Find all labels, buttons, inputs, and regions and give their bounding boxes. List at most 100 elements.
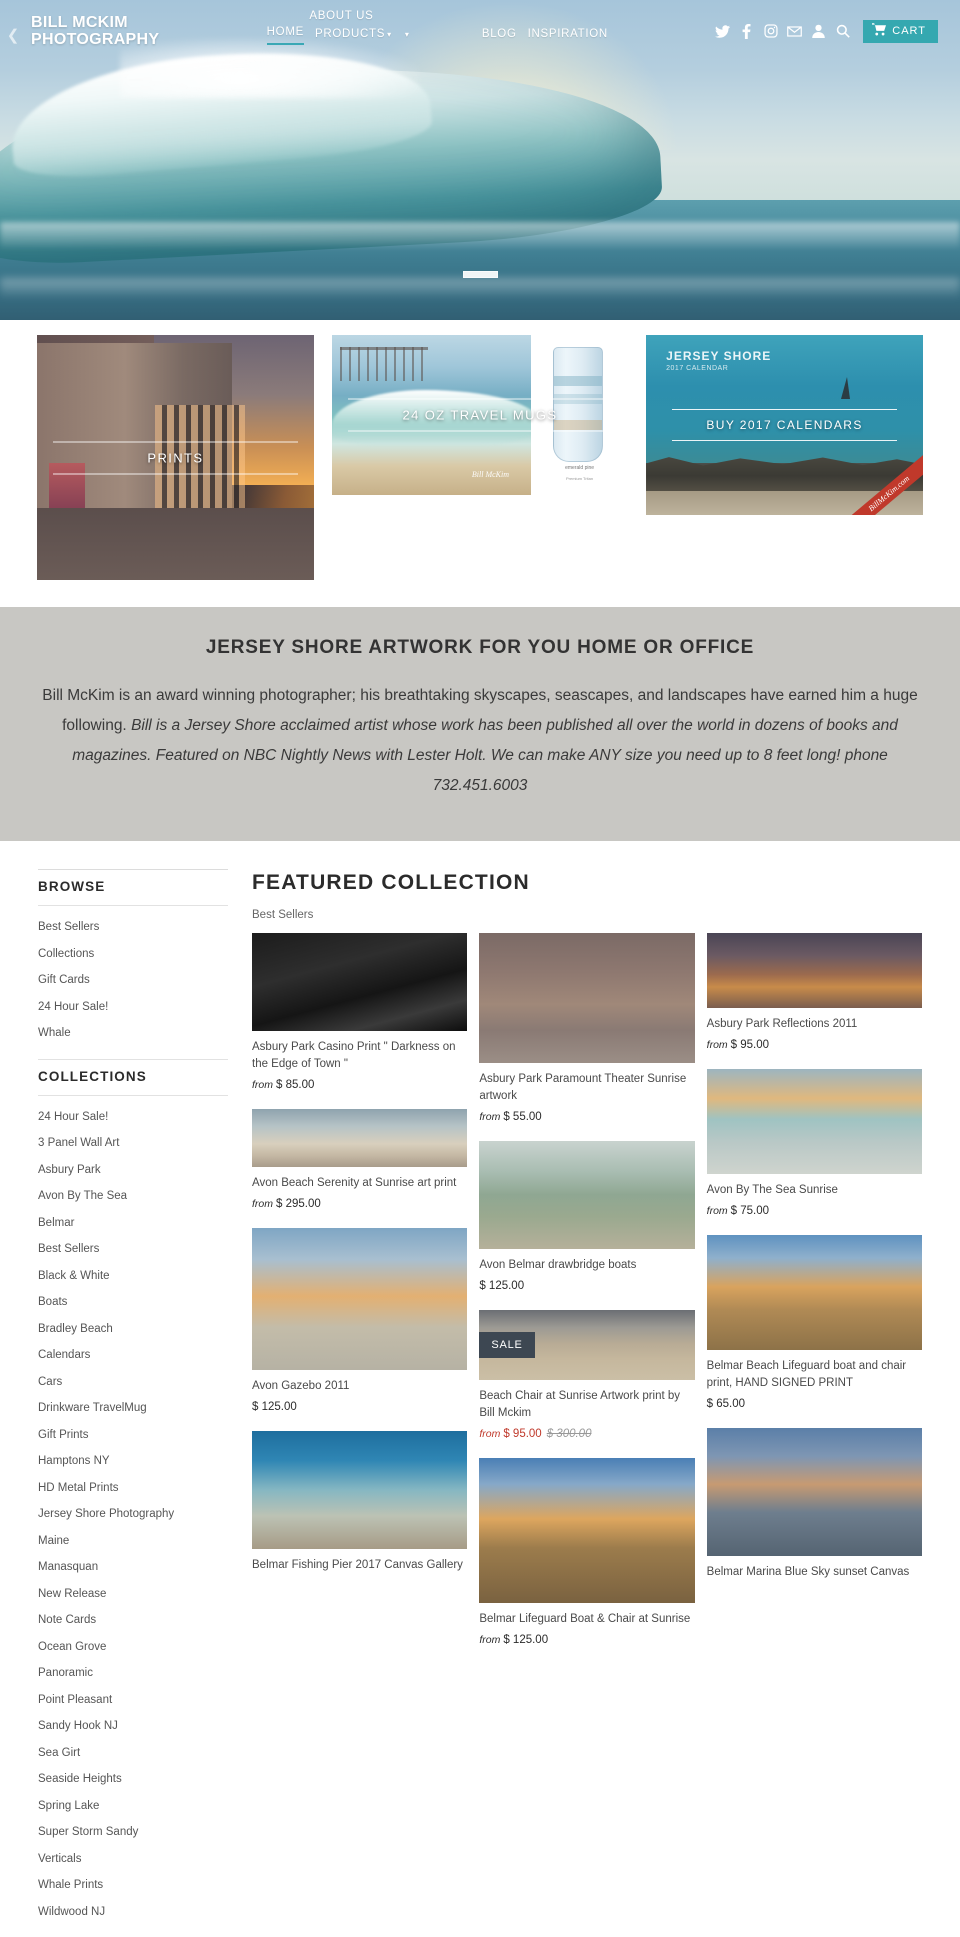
product-card[interactable]: Belmar Lifeguard Boat & Chair at Sunrise… (479, 1458, 694, 1646)
product-price: from$ 55.00 (479, 1111, 694, 1123)
sidebar-collection-link-16[interactable]: Maine (38, 1530, 228, 1553)
facebook-icon[interactable] (739, 24, 754, 39)
list-item: Best Sellers (38, 1236, 228, 1263)
product-card[interactable]: Avon Gazebo 2011$ 125.00 (252, 1228, 467, 1413)
sidebar-collection-link-10[interactable]: Cars (38, 1371, 228, 1394)
price-from-label: from (707, 1205, 728, 1217)
sidebar-collection-link-3[interactable]: Avon By The Sea (38, 1185, 228, 1208)
nav-item-products[interactable]: PRODUCTS▾ (315, 28, 392, 45)
list-item: Hamptons NY (38, 1448, 228, 1475)
sidebar-browse-link-2[interactable]: Gift Cards (38, 969, 228, 992)
sidebar-collection-link-22[interactable]: Point Pleasant (38, 1689, 228, 1712)
sidebar-collection-link-11[interactable]: Drinkware TravelMug (38, 1397, 228, 1420)
chevron-down-icon-2: ▾ (405, 30, 410, 39)
product-card[interactable]: Avon Beach Serenity at Sunrise art print… (252, 1109, 467, 1210)
product-title: Belmar Fishing Pier 2017 Canvas Gallery (252, 1557, 467, 1574)
sidebar-collection-link-30[interactable]: Wildwood NJ (38, 1901, 228, 1924)
sidebar-collection-link-19[interactable]: Note Cards (38, 1609, 228, 1632)
twitter-icon[interactable] (715, 24, 730, 39)
promo-calendar-whale-fin (841, 377, 850, 399)
product-card[interactable]: Belmar Marina Blue Sky sunset Canvas (707, 1428, 922, 1581)
list-item: Drinkware TravelMug (38, 1395, 228, 1422)
price-amount: $ 75.00 (731, 1205, 769, 1217)
list-item: Seaside Heights (38, 1766, 228, 1793)
sidebar-collection-link-27[interactable]: Super Storm Sandy (38, 1821, 228, 1844)
sidebar-collection-link-17[interactable]: Manasquan (38, 1556, 228, 1579)
email-icon[interactable] (787, 24, 802, 39)
sidebar-collection-link-7[interactable]: Boats (38, 1291, 228, 1314)
site-header: ❮ BILL MCKIM PHOTOGRAPHY ABOUT US HOME P… (0, 0, 960, 58)
promo-tile-travel-mugs[interactable]: Bill McKim emerald pine Premium Tritan 2… (332, 335, 628, 495)
sidebar-collection-link-4[interactable]: Belmar (38, 1212, 228, 1235)
sidebar-collection-link-1[interactable]: 3 Panel Wall Art (38, 1132, 228, 1155)
sidebar-collection-link-25[interactable]: Seaside Heights (38, 1768, 228, 1791)
list-item: Black & White (38, 1263, 228, 1290)
sidebar-collection-link-23[interactable]: Sandy Hook NJ (38, 1715, 228, 1738)
product-card[interactable]: Asbury Park Paramount Theater Sunrise ar… (479, 933, 694, 1123)
sidebar-browse-heading: BROWSE (38, 869, 228, 906)
product-image-wrapper (707, 933, 922, 1008)
sidebar-collection-link-9[interactable]: Calendars (38, 1344, 228, 1367)
product-price: from$ 295.00 (252, 1198, 467, 1210)
slider-prev-arrow[interactable]: ❮ (0, 16, 26, 43)
sidebar-collection-link-18[interactable]: New Release (38, 1583, 228, 1606)
product-image (707, 1428, 922, 1556)
product-card[interactable]: Belmar Fishing Pier 2017 Canvas Gallery (252, 1431, 467, 1574)
promo-calendar-caption: BUY 2017 CALENDARS (672, 409, 897, 441)
list-item: Belmar (38, 1210, 228, 1237)
list-item: Sea Girt (38, 1740, 228, 1767)
product-image-wrapper (252, 1431, 467, 1549)
sidebar-collection-link-26[interactable]: Spring Lake (38, 1795, 228, 1818)
sidebar-collection-link-20[interactable]: Ocean Grove (38, 1636, 228, 1659)
product-card[interactable]: Asbury Park Reflections 2011from$ 95.00 (707, 933, 922, 1051)
sidebar-collection-link-28[interactable]: Verticals (38, 1848, 228, 1871)
product-card[interactable]: Avon By The Sea Sunrisefrom$ 75.00 (707, 1069, 922, 1217)
sidebar-collection-link-8[interactable]: Bradley Beach (38, 1318, 228, 1341)
instagram-icon[interactable] (763, 24, 778, 39)
sidebar-collection-link-15[interactable]: Jersey Shore Photography (38, 1503, 228, 1526)
product-title: Avon Belmar drawbridge boats (479, 1257, 694, 1274)
sidebar-collection-link-5[interactable]: Best Sellers (38, 1238, 228, 1261)
nav-item-about-caret[interactable]: ▾ (403, 28, 471, 45)
sidebar-browse-link-1[interactable]: Collections (38, 943, 228, 966)
product-price: $ 125.00 (479, 1280, 694, 1292)
product-price: from$ 75.00 (707, 1205, 922, 1217)
product-image-wrapper: SALE (479, 1310, 694, 1380)
sale-badge: SALE (479, 1332, 534, 1358)
product-card[interactable]: Belmar Beach Lifeguard boat and chair pr… (707, 1235, 922, 1410)
sidebar-collection-link-24[interactable]: Sea Girt (38, 1742, 228, 1765)
promo-tile-calendars[interactable]: JERSEY SHORE 2017 CALENDAR BUY 2017 CALE… (646, 335, 923, 515)
product-card[interactable]: Asbury Park Casino Print " Darkness on t… (252, 933, 467, 1091)
account-icon[interactable] (811, 24, 826, 39)
product-card[interactable]: Avon Belmar drawbridge boats $ 125.00 (479, 1141, 694, 1292)
nav-item-inspiration[interactable]: INSPIRATION (528, 28, 608, 45)
promo-tile-prints[interactable]: PRINTS (37, 335, 314, 580)
product-image-wrapper (252, 933, 467, 1031)
sidebar-collections-heading: COLLECTIONS (38, 1059, 228, 1096)
promo-mug-pier (340, 347, 428, 381)
product-card[interactable]: SALE Beach Chair at Sunrise Artwork print… (479, 1310, 694, 1440)
sidebar-collection-link-21[interactable]: Panoramic (38, 1662, 228, 1685)
slider-dot-1[interactable] (463, 271, 498, 278)
nav-item-blog[interactable]: BLOG (482, 28, 517, 45)
sidebar-browse-link-3[interactable]: 24 Hour Sale! (38, 996, 228, 1019)
search-icon[interactable] (835, 24, 850, 39)
product-grid: Asbury Park Casino Print " Darkness on t… (252, 933, 922, 1664)
sidebar-collection-link-6[interactable]: Black & White (38, 1265, 228, 1288)
slider-pagination[interactable] (0, 271, 960, 278)
site-logo[interactable]: BILL MCKIM PHOTOGRAPHY (31, 10, 159, 48)
sidebar-browse-link-4[interactable]: Whale (38, 1022, 228, 1045)
list-item: Super Storm Sandy (38, 1819, 228, 1846)
sidebar-collection-link-13[interactable]: Hamptons NY (38, 1450, 228, 1473)
product-image (252, 1228, 467, 1370)
sidebar-collection-link-0[interactable]: 24 Hour Sale! (38, 1106, 228, 1129)
sidebar-collection-link-2[interactable]: Asbury Park (38, 1159, 228, 1182)
sidebar-collection-link-12[interactable]: Gift Prints (38, 1424, 228, 1447)
sidebar-collection-link-29[interactable]: Whale Prints (38, 1874, 228, 1897)
cart-button[interactable]: CART (863, 20, 938, 43)
nav-item-home[interactable]: HOME (267, 26, 304, 45)
price-original: $ 300.00 (547, 1428, 592, 1440)
product-title: Beach Chair at Sunrise Artwork print by … (479, 1388, 694, 1422)
sidebar-collection-link-14[interactable]: HD Metal Prints (38, 1477, 228, 1500)
sidebar-browse-link-0[interactable]: Best Sellers (38, 916, 228, 939)
